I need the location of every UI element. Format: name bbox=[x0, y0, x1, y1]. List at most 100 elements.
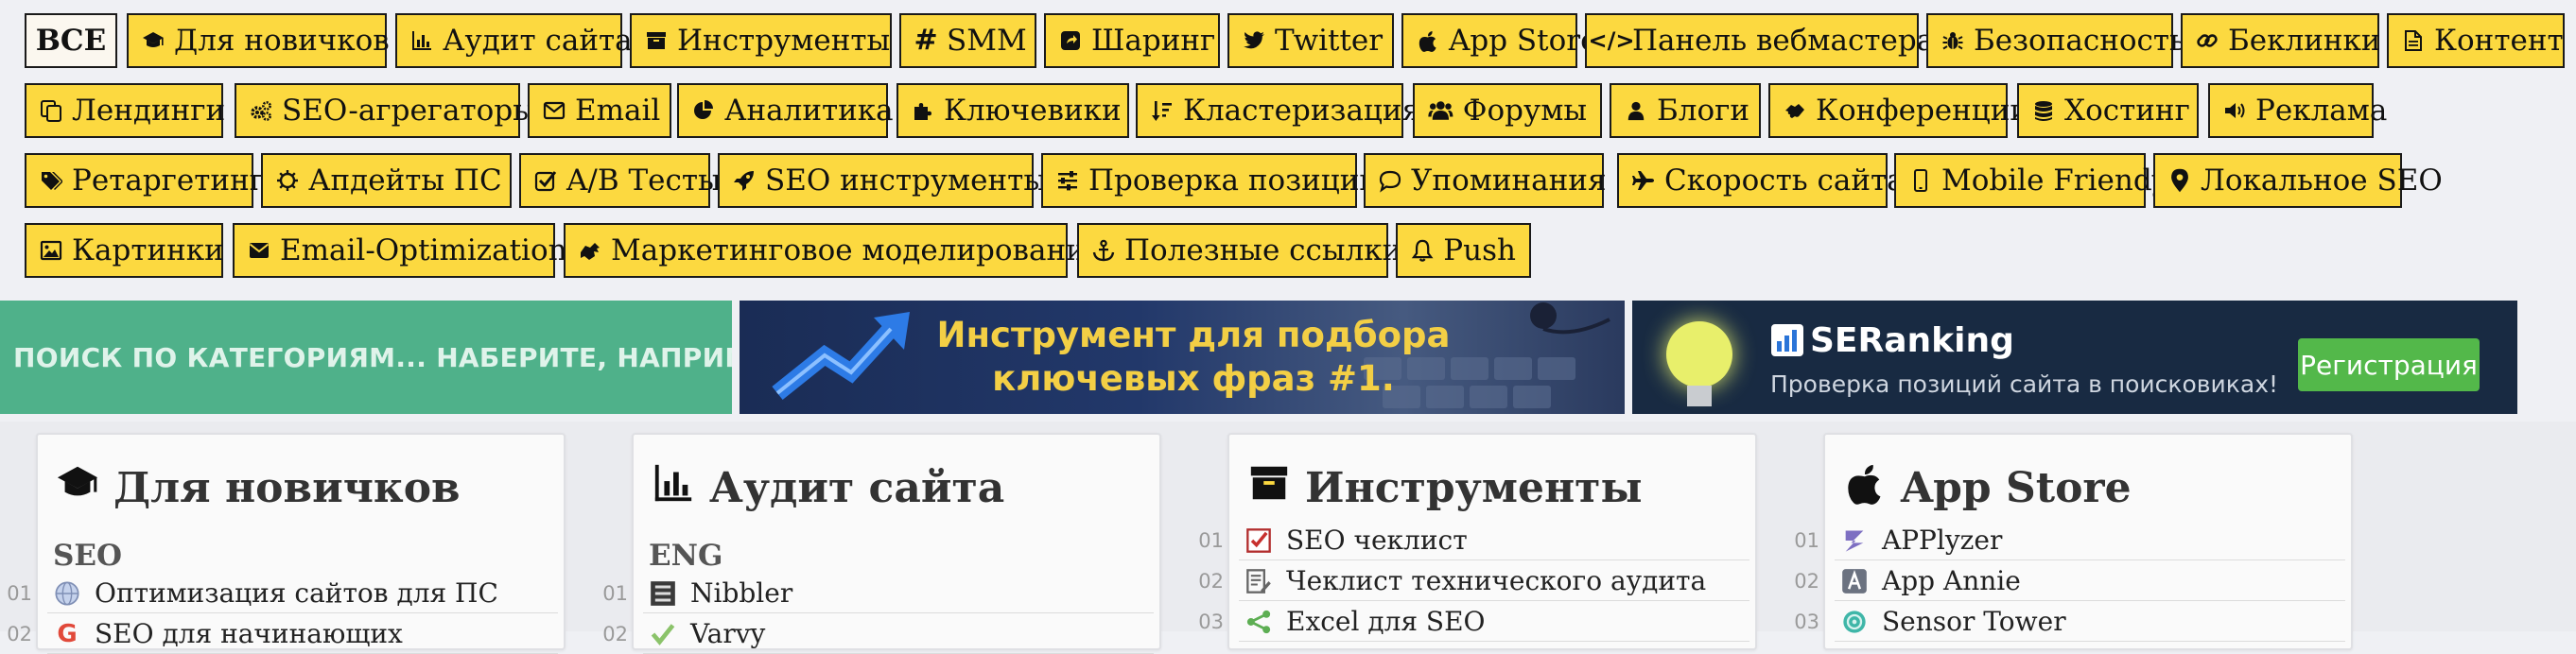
list-item-label: Nibbler bbox=[690, 577, 793, 609]
tag-label: ВСЕ bbox=[35, 24, 107, 58]
tag-updates[interactable]: Апдейты ПС bbox=[261, 153, 512, 208]
envelope-filled-icon bbox=[248, 236, 270, 265]
card-title[interactable]: Аудит сайта bbox=[649, 461, 1004, 515]
tag-links[interactable]: Полезные ссылки bbox=[1077, 223, 1401, 278]
map-marker-icon bbox=[2168, 166, 2191, 195]
sliders-icon bbox=[1056, 166, 1079, 195]
tag-conferences[interactable]: Конференции bbox=[1768, 83, 2029, 138]
user-icon bbox=[1625, 96, 1647, 125]
puzzle-icon bbox=[912, 96, 934, 125]
tag-appstore[interactable]: App Store bbox=[1401, 13, 1597, 68]
tag-speed[interactable]: Скорость сайта bbox=[1617, 153, 1905, 208]
list-item[interactable]: 02 Varvy bbox=[602, 613, 1163, 654]
tag-retargeting[interactable]: Ретаргетинг bbox=[25, 153, 265, 208]
tag-tools[interactable]: Инструменты bbox=[630, 13, 892, 68]
tag-smm[interactable]: # SMM bbox=[899, 13, 1036, 68]
list-item-number: 02 bbox=[602, 622, 628, 645]
list-item-label: Sensor Tower bbox=[1882, 606, 2066, 637]
tag-label: A/B Тесты bbox=[566, 164, 722, 198]
tag-positions[interactable]: Проверка позиций bbox=[1041, 153, 1379, 208]
list-item-number: 02 bbox=[1794, 569, 1819, 593]
card-title-text: Для новичков bbox=[113, 464, 461, 512]
seranking-register-button[interactable]: Регистрация bbox=[2298, 338, 2480, 391]
tag-landings[interactable]: Лендинги bbox=[25, 83, 226, 138]
list-item-label: SEO чеклист bbox=[1286, 525, 1468, 556]
list-item[interactable]: 01 Оптимизация сайтов для ПС bbox=[7, 573, 567, 613]
tag-content[interactable]: Контент bbox=[2387, 13, 2565, 68]
hand-icon bbox=[579, 236, 601, 265]
tag-security[interactable]: Безопасность bbox=[1926, 13, 2185, 68]
list-item-label: SEO для начинающих bbox=[95, 618, 403, 649]
category-card: Аудит сайта ENG 01 Nibbler 02 Varvy bbox=[602, 433, 1163, 654]
tag-mentions[interactable]: Упоминания bbox=[1364, 153, 1607, 208]
tag-label: Маркетинговое моделирование bbox=[611, 233, 1104, 267]
tag-sharing[interactable]: Шаринг bbox=[1044, 13, 1220, 68]
tag-label: Упоминания bbox=[1411, 164, 1607, 198]
seranking-ad-banner[interactable]: SERanking Проверка позиций сайта в поиск… bbox=[1632, 301, 2517, 414]
list-item[interactable]: 01 Nibbler bbox=[602, 573, 1163, 613]
gears-icon bbox=[250, 96, 272, 125]
tag-webmaster[interactable]: </> Панель вебмастера bbox=[1585, 13, 1934, 68]
category-card: App Store 01 APPlyzer 02 App Annie 03 Sensor T… bbox=[1794, 433, 2355, 650]
list-item-number: 02 bbox=[1198, 569, 1224, 593]
tag-blogs[interactable]: Блоги bbox=[1610, 83, 1761, 138]
google-icon: G bbox=[57, 619, 78, 648]
plane-icon bbox=[1632, 166, 1655, 195]
list-item-number: 01 bbox=[1794, 528, 1819, 552]
card-title[interactable]: Для новичков bbox=[53, 461, 461, 515]
card-title[interactable]: App Store bbox=[1840, 461, 2132, 515]
tag-twitter[interactable]: Twitter bbox=[1227, 13, 1394, 68]
list-item[interactable]: 01 SEO чеклист bbox=[1198, 520, 1759, 560]
tag-email-opt[interactable]: Email-Optimization bbox=[233, 223, 567, 278]
tag-label: Шаринг bbox=[1091, 24, 1216, 58]
category-search-banner[interactable]: ПОИСК ПО КАТЕГОРИЯМ... НАБЕРИТЕ, НАПРИМЕ… bbox=[0, 301, 732, 414]
tag-hosting[interactable]: Хостинг bbox=[2017, 83, 2199, 138]
tag-forums[interactable]: Форумы bbox=[1413, 83, 1602, 138]
envelope-icon bbox=[543, 96, 566, 125]
list-item[interactable]: 03 Excel для SEO bbox=[1198, 601, 1759, 642]
tag-marketing[interactable]: Маркетинговое моделирование bbox=[564, 223, 1103, 278]
row-divider bbox=[1239, 641, 1749, 642]
list-item[interactable]: 02 App Annie bbox=[1794, 560, 2355, 601]
tag-localseo[interactable]: Локальное SEO bbox=[2153, 153, 2443, 208]
tag-label: Для новичков bbox=[174, 24, 390, 58]
card-subheading: ENG bbox=[649, 539, 723, 573]
tag-images[interactable]: Картинки bbox=[25, 223, 224, 278]
hashtag-icon: # bbox=[914, 24, 938, 57]
anchor-icon bbox=[1092, 236, 1115, 265]
card-title-text: App Store bbox=[1901, 464, 2132, 512]
tag-abtests[interactable]: A/B Тесты bbox=[519, 153, 722, 208]
tag-all[interactable]: ВСЕ bbox=[25, 13, 117, 68]
tag-label: SEO инструменты bbox=[765, 164, 1047, 198]
graduation-cap-icon bbox=[53, 461, 102, 515]
rocket-icon bbox=[733, 166, 756, 195]
tag-email[interactable]: Email bbox=[528, 83, 671, 138]
checklist-icon bbox=[1244, 526, 1273, 555]
tag-label: Скорость сайта bbox=[1664, 164, 1905, 198]
tag-push[interactable]: Push bbox=[1396, 223, 1531, 278]
tag-analytics[interactable]: Аналитика bbox=[677, 83, 894, 138]
list-item[interactable]: 02 Чеклист технического аудита bbox=[1198, 560, 1759, 601]
tag-clustering[interactable]: Кластеризация bbox=[1136, 83, 1420, 138]
tag-ads[interactable]: Реклама bbox=[2208, 83, 2387, 138]
tag-label: Лендинги bbox=[72, 94, 226, 128]
comment-icon bbox=[1379, 166, 1401, 195]
lightbulb-icon bbox=[1666, 321, 1732, 387]
twitter-bird-icon bbox=[1243, 26, 1265, 55]
tag-backlinks[interactable]: Беклинки bbox=[2181, 13, 2381, 68]
list-item[interactable]: 02 G SEO для начинающих bbox=[7, 613, 567, 654]
tag-label: Реклама bbox=[2255, 94, 2388, 128]
card-title[interactable]: Инструменты bbox=[1244, 461, 1643, 515]
tag-seotools[interactable]: SEO инструменты bbox=[718, 153, 1047, 208]
keyword-tool-ad-banner[interactable]: Инструмент для подбора ключевых фраз #1. bbox=[740, 301, 1625, 414]
document-icon bbox=[2402, 26, 2425, 55]
image-icon bbox=[40, 236, 62, 265]
tag-keywords[interactable]: Ключевики bbox=[896, 83, 1129, 138]
doc-edit-icon bbox=[1244, 567, 1273, 595]
list-item[interactable]: 01 APPlyzer bbox=[1794, 520, 2355, 560]
tag-mobile[interactable]: Mobile Friendy bbox=[1894, 153, 2168, 208]
tag-seo-aggregators[interactable]: SEO-агрегаторы bbox=[235, 83, 536, 138]
tag-audit[interactable]: Аудит сайта bbox=[395, 13, 633, 68]
tag-newbies[interactable]: Для новичков bbox=[127, 13, 390, 68]
list-item[interactable]: 03 Sensor Tower bbox=[1794, 601, 2355, 642]
